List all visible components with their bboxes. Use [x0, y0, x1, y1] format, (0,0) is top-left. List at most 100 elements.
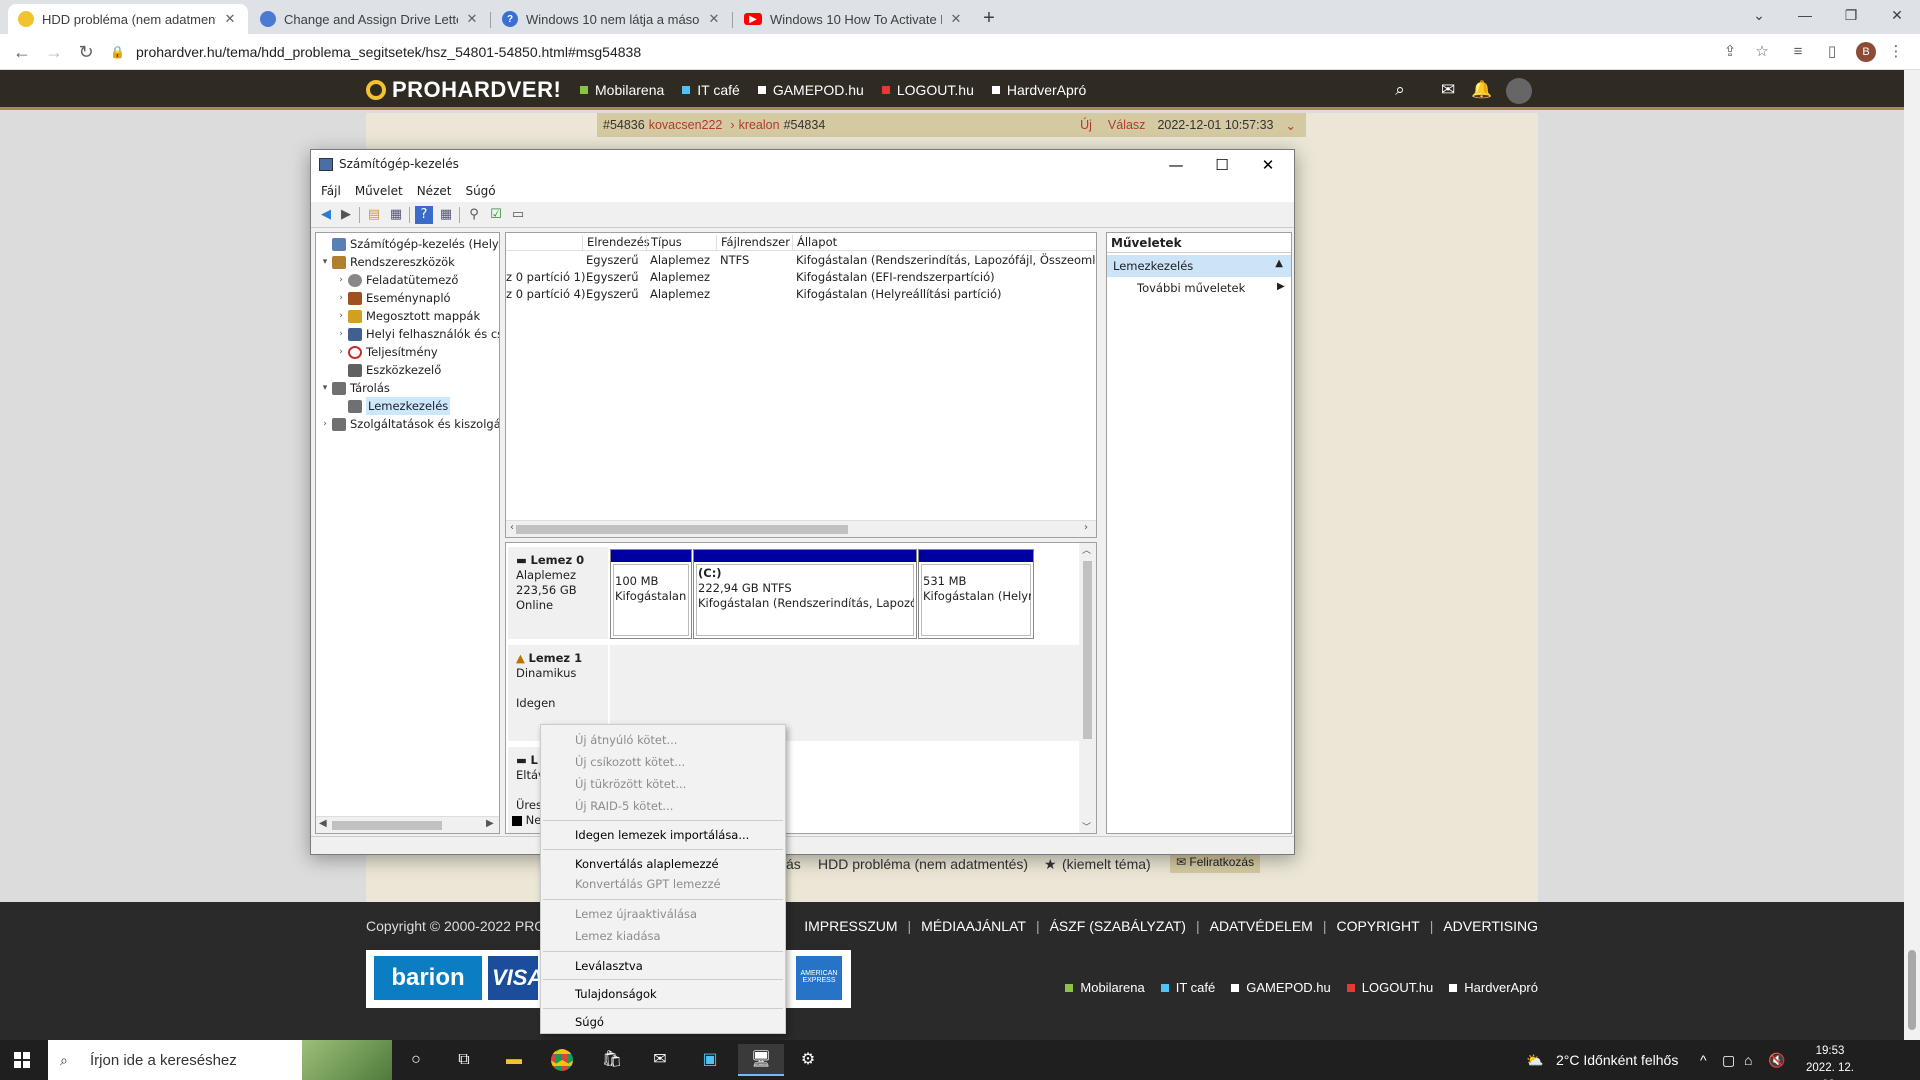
footer-nav-gamepod[interactable]: GAMEPOD.hu	[1231, 980, 1331, 995]
taskbar-clock[interactable]: 19:53 2022. 12. 02.	[1798, 1043, 1862, 1080]
footer-nav-mobilarena[interactable]: Mobilarena	[1065, 980, 1145, 995]
menu-item-offline[interactable]: Leválasztva	[575, 955, 643, 977]
new-tab-button[interactable]: +	[976, 6, 1002, 32]
console-icon[interactable]: ▭	[509, 206, 527, 224]
scroll-down-icon[interactable]: ﹀	[1082, 820, 1091, 833]
user-avatar-icon[interactable]	[1506, 78, 1532, 104]
footer-link-advertising[interactable]: ADVERTISING	[1443, 918, 1538, 934]
scrollbar-thumb[interactable]	[332, 821, 442, 830]
nav-itcafe[interactable]: IT café	[682, 82, 740, 98]
bookmark-star-icon[interactable]: ☆	[1750, 40, 1774, 64]
graph-vscrollbar[interactable]: ︿ ﹀	[1079, 543, 1096, 833]
meet-now-icon[interactable]: ▢	[1722, 1040, 1735, 1080]
collapse-up-icon[interactable]: ▲	[1275, 258, 1283, 269]
chrome-icon[interactable]	[542, 1044, 582, 1076]
menu-item-convert-gpt[interactable]: Konvertálás GPT lemezzé	[575, 873, 721, 895]
tree-item-local-users[interactable]: › Helyi felhasználók és cs	[334, 325, 499, 343]
menu-item-convert-basic[interactable]: Konvertálás alaplemezzé	[575, 853, 719, 875]
close-icon[interactable]: ✕	[706, 11, 722, 27]
back-arrow-icon[interactable]: ◀	[317, 206, 335, 224]
browser-tab-hdd[interactable]: HDD probléma (nem adatmenté ✕	[8, 4, 248, 34]
partition-efi[interactable]: 100 MB Kifogástalan	[610, 549, 692, 639]
menu-help[interactable]: Súgó	[465, 180, 495, 202]
menu-item-properties[interactable]: Tulajdonságok	[575, 983, 657, 1005]
window-titlebar[interactable]: Számítógép-kezelés — ☐ ✕	[311, 150, 1294, 180]
menu-item-help[interactable]: Súgó	[575, 1011, 604, 1033]
back-button[interactable]: ←	[8, 38, 36, 66]
profile-avatar[interactable]: B	[1856, 42, 1876, 62]
chevron-right-icon[interactable]: ›	[334, 325, 348, 343]
address-bar[interactable]: 🔒 prohardver.hu/tema/hdd_problema_segits…	[110, 38, 1790, 66]
nav-gamepod[interactable]: GAMEPOD.hu	[757, 82, 864, 98]
actions-section-disk-management[interactable]: Lemezkezelés ▲	[1107, 255, 1291, 277]
reply-to-id[interactable]: #54834	[784, 118, 826, 132]
browser-tab-drive-letter[interactable]: Change and Assign Drive Letter i ✕	[250, 4, 490, 34]
forward-button[interactable]: →	[40, 38, 68, 66]
footer-nav-logout[interactable]: LOGOUT.hu	[1346, 980, 1433, 995]
menu-item-reactivate[interactable]: Lemez újraaktiválása	[575, 903, 697, 925]
post-author[interactable]: kovacsen222	[649, 118, 723, 132]
column-header-filesystem[interactable]: Fájlrendszer	[716, 235, 790, 251]
menu-view[interactable]: Nézet	[417, 180, 452, 202]
minimize-button[interactable]: —	[1782, 0, 1828, 34]
nav-hardverapro[interactable]: HardverApró	[991, 82, 1086, 98]
tree-item-storage[interactable]: ▾ Tárolás	[318, 379, 390, 397]
close-icon[interactable]: ✕	[464, 11, 480, 27]
site-logo[interactable]: PROHARDVER!	[366, 77, 561, 103]
footer-link-impresszum[interactable]: IMPRESSZUM	[804, 918, 897, 934]
tree-item-system-tools[interactable]: ▾ Rendszereszközök	[318, 253, 455, 271]
reply-link[interactable]: Válasz	[1108, 118, 1146, 132]
breadcrumb-tail[interactable]: ás	[786, 856, 801, 872]
minimize-button[interactable]: —	[1153, 152, 1199, 178]
chevron-right-icon[interactable]: ›	[318, 415, 332, 433]
menu-action[interactable]: Művelet	[355, 180, 403, 202]
weather-icon[interactable]: ⛅	[1526, 1040, 1543, 1080]
reading-list-icon[interactable]: ≡	[1786, 40, 1810, 64]
mail-icon[interactable]: ✉	[640, 1044, 680, 1076]
footer-link-aszf[interactable]: ÁSZF (SZABÁLYZAT)	[1050, 918, 1186, 934]
show-tree-icon[interactable]: ▦	[387, 206, 405, 224]
windows-start-icon[interactable]	[14, 1052, 30, 1068]
volume-muted-icon[interactable]: 🔇	[1768, 1040, 1785, 1080]
footer-link-media[interactable]: MÉDIAAJÁNLAT	[921, 918, 1026, 934]
store-icon[interactable]: 🛍	[592, 1044, 632, 1076]
cortana-icon[interactable]: ○	[396, 1044, 436, 1076]
breadcrumb-topic[interactable]: HDD probléma (nem adatmentés)	[818, 856, 1028, 872]
tree-item-disk-management[interactable]: Lemezkezelés	[334, 397, 451, 415]
column-header-status[interactable]: Állapot	[792, 235, 837, 251]
tree-item-event-viewer[interactable]: › Eseménynapló	[334, 289, 450, 307]
column-header-layout[interactable]: Elrendezés	[582, 235, 650, 251]
tree-item-device-manager[interactable]: Eszközkezelő	[334, 361, 441, 379]
settings-tool-icon[interactable]: ⚙	[788, 1044, 828, 1076]
tree-item-task-scheduler[interactable]: › Feladatütemező	[334, 271, 458, 289]
tree-item-services[interactable]: › Szolgáltatások és kiszolgáló	[318, 415, 499, 433]
menu-item-new-striped[interactable]: Új csíkozott kötet...	[575, 751, 685, 773]
partition-recovery[interactable]: 531 MB Kifogástalan (Helyr	[918, 549, 1034, 639]
column-header-type[interactable]: Típus	[646, 235, 682, 251]
menu-item-import-foreign[interactable]: Idegen lemezek importálása...	[575, 824, 749, 846]
side-panel-icon[interactable]: ▯	[1820, 40, 1844, 64]
remote-desktop-icon[interactable]: ▣	[690, 1044, 730, 1076]
expand-icon[interactable]: ▾	[318, 253, 332, 271]
maximize-button[interactable]: ☐	[1199, 152, 1245, 178]
network-icon[interactable]: ⌂	[1744, 1040, 1752, 1080]
close-icon[interactable]: ✕	[222, 11, 238, 27]
menu-item-new-mirrored[interactable]: Új tükrözött kötet...	[575, 773, 686, 795]
mail-icon[interactable]: ✉	[1436, 78, 1460, 102]
chevron-right-icon[interactable]: ›	[334, 289, 348, 307]
nav-mobilarena[interactable]: Mobilarena	[580, 82, 664, 98]
restore-button[interactable]: ❐	[1828, 0, 1874, 34]
table-row[interactable]: Egyszerű Alaplemez NTFS Kifogástalan (Re…	[506, 252, 1096, 269]
reply-to-user[interactable]: krealon	[739, 118, 780, 132]
nav-logout[interactable]: LOGOUT.hu	[881, 82, 974, 98]
close-icon[interactable]: ✕	[948, 11, 964, 27]
reload-button[interactable]: ↻	[72, 38, 100, 66]
scrollbar-thumb[interactable]	[516, 525, 848, 534]
table-row[interactable]: z 0 partíció 1) Egyszerű Alaplemez Kifog…	[506, 269, 1096, 286]
scroll-left-icon[interactable]: ◀	[319, 818, 327, 829]
scrollbar-thumb[interactable]	[1083, 561, 1092, 739]
expand-icon[interactable]: ▾	[318, 379, 332, 397]
close-window-button[interactable]: ✕	[1245, 152, 1291, 178]
new-post-link[interactable]: Új	[1080, 118, 1092, 132]
tree-item-shared-folders[interactable]: › Megosztott mappák	[334, 307, 480, 325]
